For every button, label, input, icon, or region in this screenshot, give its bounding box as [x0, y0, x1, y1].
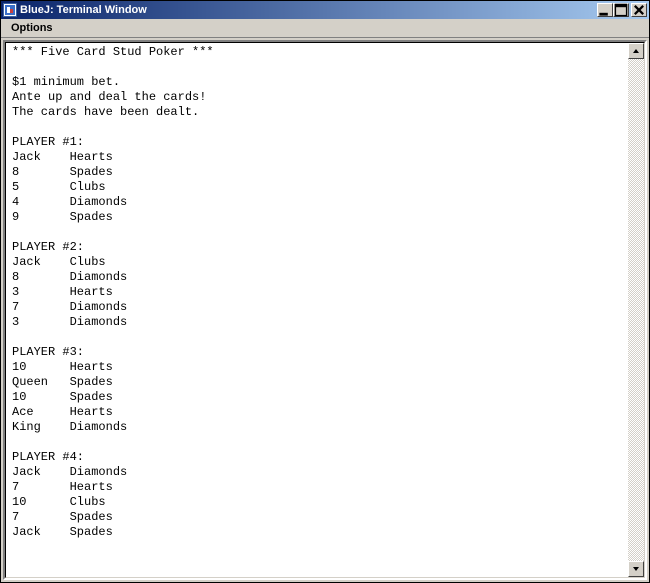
minimize-button[interactable] [597, 3, 613, 17]
titlebar: BlueJ: Terminal Window [1, 1, 649, 19]
menu-options[interactable]: Options [5, 21, 59, 35]
arrow-down-icon [632, 565, 640, 573]
maximize-icon [614, 3, 628, 17]
terminal-frame: *** Five Card Stud Poker *** $1 minimum … [3, 40, 647, 580]
terminal-window: BlueJ: Terminal Window Options *** Five … [0, 0, 650, 583]
window-controls [597, 3, 647, 17]
bluej-app-icon [3, 3, 17, 17]
terminal-body[interactable]: *** Five Card Stud Poker *** $1 minimum … [6, 43, 628, 577]
scroll-down-button[interactable] [628, 561, 644, 577]
scroll-track[interactable] [628, 59, 644, 561]
close-icon [632, 3, 646, 17]
menubar: Options [1, 19, 649, 38]
minimize-icon [598, 3, 612, 17]
terminal-inner: *** Five Card Stud Poker *** $1 minimum … [5, 42, 645, 578]
content-area: *** Five Card Stud Poker *** $1 minimum … [1, 38, 649, 582]
maximize-button[interactable] [613, 3, 629, 17]
arrow-up-icon [632, 47, 640, 55]
vertical-scrollbar[interactable] [628, 43, 644, 577]
scroll-up-button[interactable] [628, 43, 644, 59]
terminal-output: *** Five Card Stud Poker *** $1 minimum … [6, 43, 628, 542]
close-button[interactable] [631, 3, 647, 17]
window-title: BlueJ: Terminal Window [20, 4, 597, 16]
